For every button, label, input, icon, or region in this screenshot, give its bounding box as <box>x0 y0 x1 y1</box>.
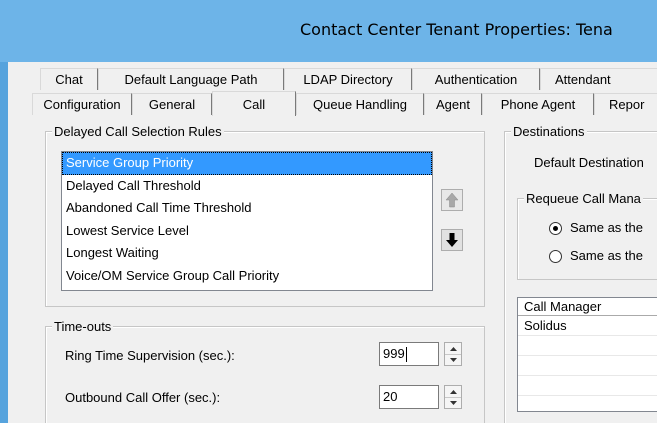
delayed-call-group-label: Delayed Call Selection Rules <box>52 124 224 139</box>
requeue-option-label: Same as the <box>570 220 643 235</box>
call-manager-header[interactable]: Call Manager <box>518 298 657 316</box>
tab-chat[interactable]: Chat <box>40 68 98 90</box>
arrow-down-icon <box>446 233 458 247</box>
dialog-client-area: Chat Default Language Path LDAP Director… <box>8 62 657 423</box>
list-item[interactable]: Abandoned Call Time Threshold <box>62 197 432 220</box>
tab-call[interactable]: Call <box>212 91 296 116</box>
ring-time-label: Ring Time Supervision (sec.): <box>65 348 235 363</box>
spin-down-icon[interactable] <box>445 397 461 408</box>
tab-attendant[interactable]: Attendant <box>540 68 657 90</box>
tab-agent[interactable]: Agent <box>424 93 482 115</box>
tab-queue-handling[interactable]: Queue Handling <box>296 93 424 115</box>
timeouts-group-label: Time-outs <box>52 319 114 334</box>
requeue-option-radio[interactable] <box>549 250 562 263</box>
tab-phone-agent[interactable]: Phone Agent <box>482 93 594 115</box>
list-item[interactable]: Longest Waiting <box>62 242 432 265</box>
table-row[interactable]: Solidus <box>518 316 657 336</box>
tab-row-bottom: Configuration General Call Queue Handlin… <box>32 91 657 116</box>
title-bar[interactable]: Contact Center Tenant Properties: Tena <box>0 0 657 62</box>
text-caret <box>405 347 407 363</box>
spin-up-icon[interactable] <box>445 386 461 397</box>
tab-general[interactable]: General <box>132 93 212 115</box>
ring-time-spinner[interactable] <box>444 342 462 366</box>
tab-reports[interactable]: Repor <box>594 93 657 115</box>
move-down-button[interactable] <box>441 229 463 251</box>
outbound-call-label: Outbound Call Offer (sec.): <box>65 390 221 405</box>
table-row[interactable] <box>518 376 657 396</box>
requeue-group-label: Requeue Call Mana <box>524 191 643 206</box>
list-item[interactable]: Service Group Priority <box>62 152 432 175</box>
window-title: Contact Center Tenant Properties: Tena <box>300 20 613 39</box>
list-item[interactable]: Voice/OM Service Group Call Priority <box>62 265 432 288</box>
default-destination-label: Default Destination <box>534 155 644 170</box>
ring-time-value: 999 <box>383 346 405 361</box>
tab-configuration[interactable]: Configuration <box>32 93 132 115</box>
tab-row-top: Chat Default Language Path LDAP Director… <box>40 68 657 90</box>
tab-authentication[interactable]: Authentication <box>412 68 540 90</box>
list-item[interactable]: Delayed Call Threshold <box>62 175 432 198</box>
requeue-option-radio[interactable] <box>549 222 562 235</box>
outbound-call-input[interactable]: 20 <box>379 385 439 409</box>
tab-default-language-path[interactable]: Default Language Path <box>98 68 284 90</box>
spin-down-icon[interactable] <box>445 354 461 365</box>
destinations-group-label: Destinations <box>511 124 587 139</box>
move-up-button[interactable] <box>441 189 463 211</box>
table-row[interactable] <box>518 336 657 356</box>
call-manager-grid[interactable]: Call Manager Solidus <box>517 297 657 412</box>
requeue-group: Requeue Call Mana <box>517 191 657 280</box>
outbound-call-spinner[interactable] <box>444 385 462 409</box>
arrow-up-icon <box>445 192 459 208</box>
table-row[interactable] <box>518 356 657 376</box>
ring-time-input[interactable]: 999 <box>379 342 439 366</box>
spin-up-icon[interactable] <box>445 343 461 354</box>
delayed-call-rules-list[interactable]: Service Group Priority Delayed Call Thre… <box>61 151 433 291</box>
list-item[interactable]: Lowest Service Level <box>62 220 432 243</box>
tab-ldap-directory[interactable]: LDAP Directory <box>284 68 412 90</box>
requeue-option-label: Same as the <box>570 248 643 263</box>
